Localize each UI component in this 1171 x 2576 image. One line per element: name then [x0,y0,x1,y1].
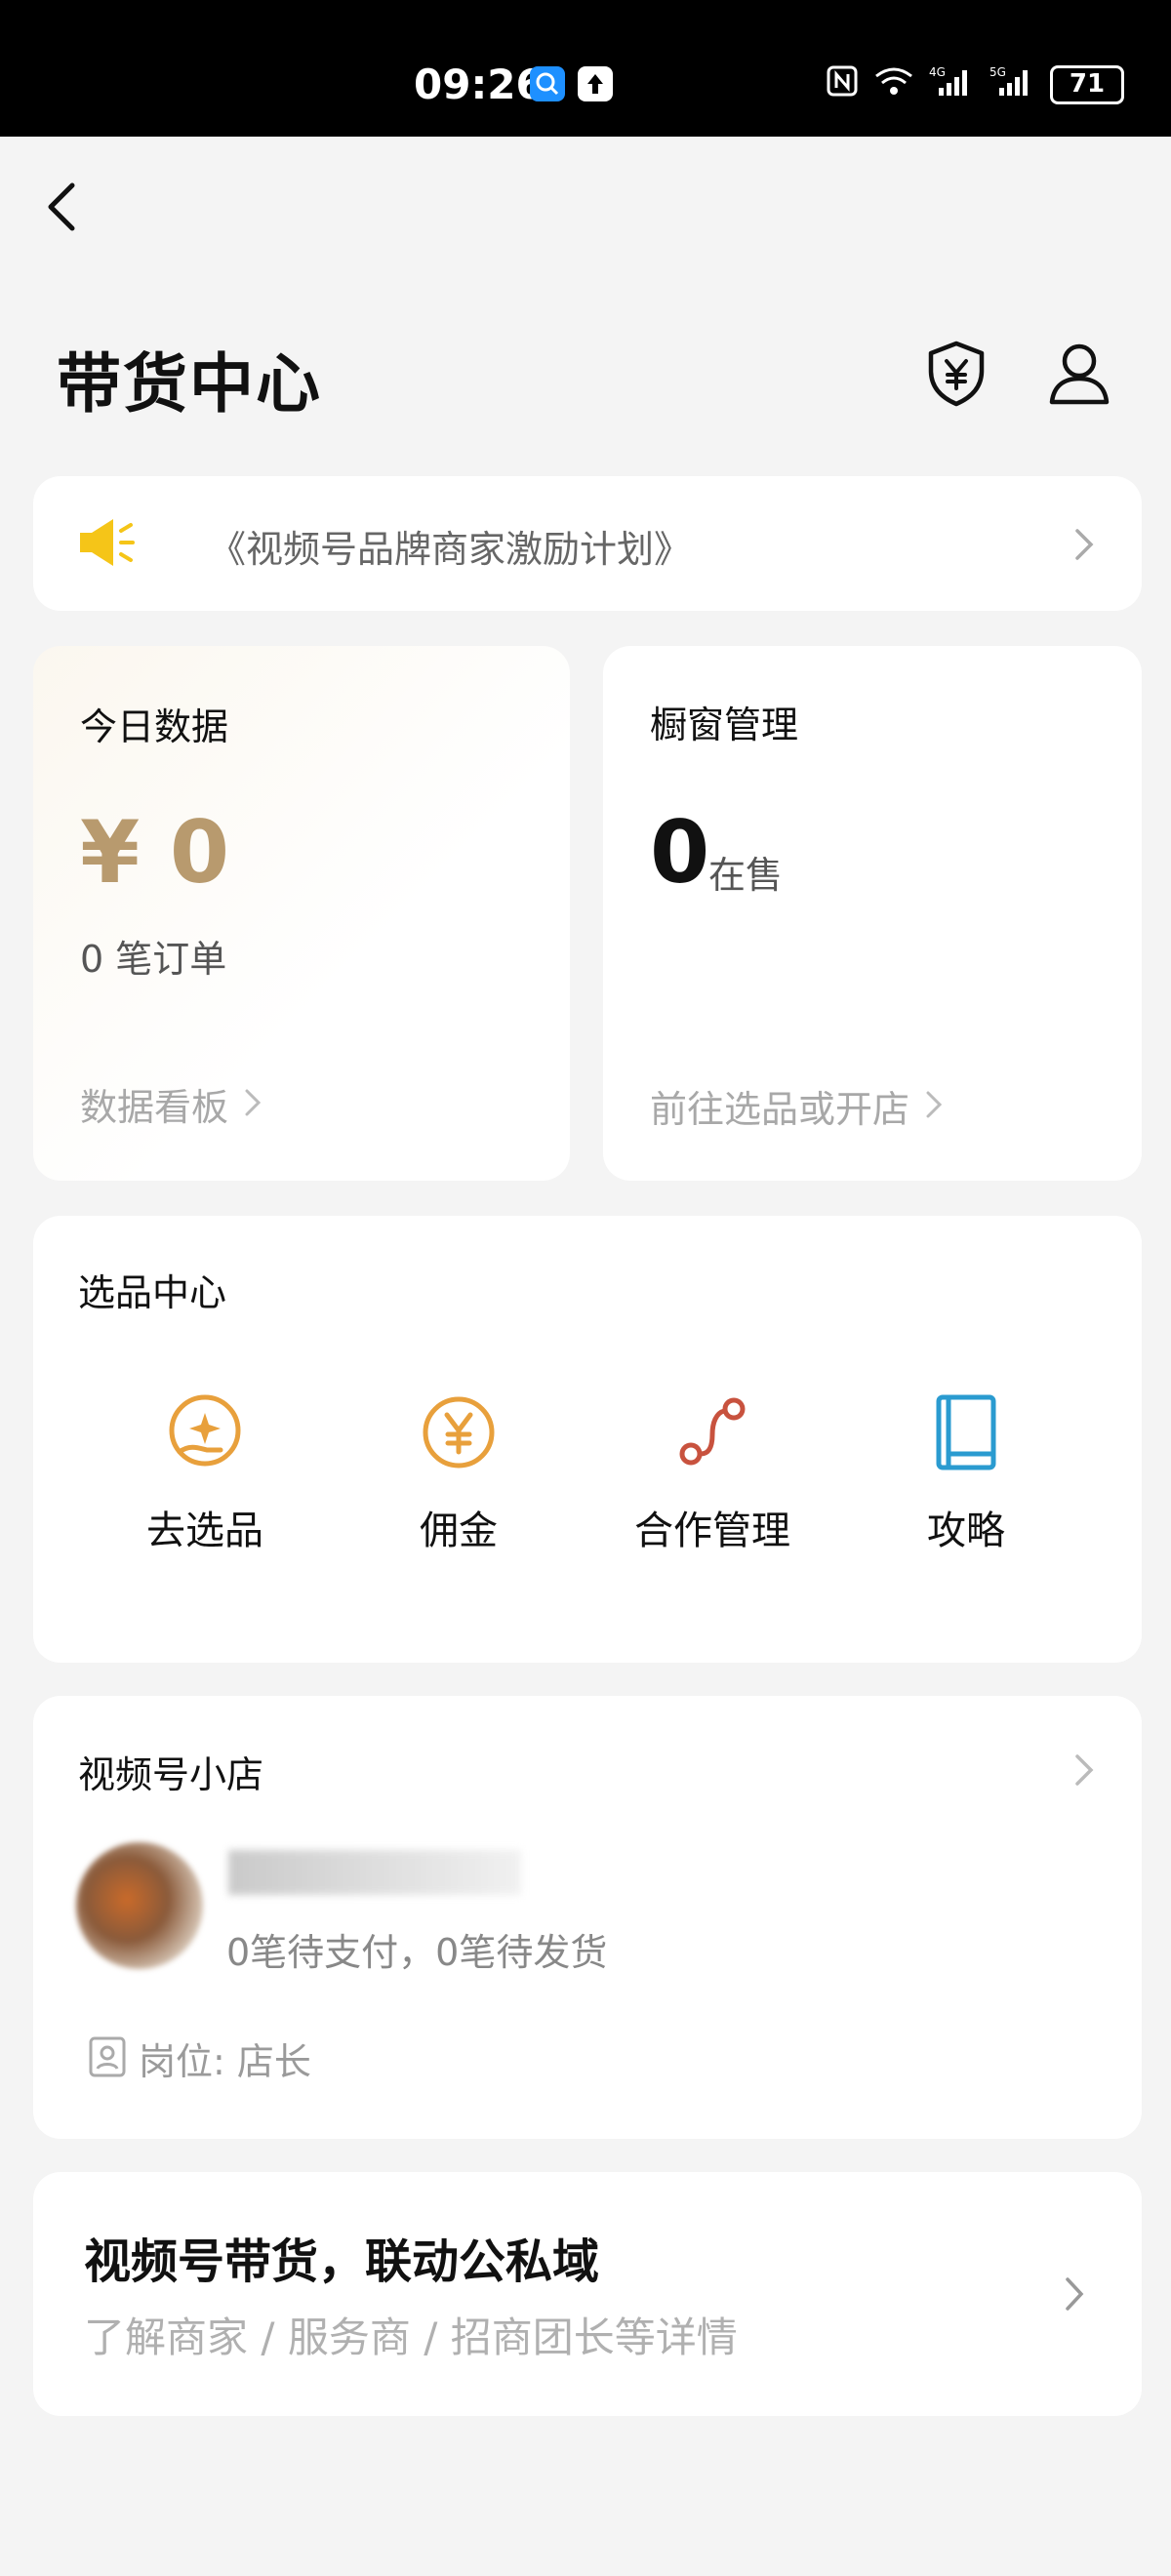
chevron-right-icon [925,1085,943,1128]
select-center-title: 选品中心 [78,1271,227,1314]
signal-5g-icon: 5G [989,64,1036,104]
shop-card[interactable]: 视频号小店 0笔待支付，0笔待发货 岗位: 店长 [33,1696,1142,2139]
shop-title: 视频号小店 [78,1753,264,1796]
tool-label: 去选品 [146,1509,263,1553]
chevron-right-icon [1064,2275,1085,2311]
select-center-card: 选品中心 去选品 佣金 合作管理 攻略 [33,1216,1142,1663]
promo-title: 视频号带货，联动公私域 [84,2234,600,2289]
open-shop-link[interactable]: 前往选品或开店 [650,1079,943,1133]
open-shop-link-label: 前往选品或开店 [650,1088,910,1131]
today-data-title: 今日数据 [80,705,229,748]
showcase-title: 橱窗管理 [650,704,799,746]
shop-order-status: 0笔待支付，0笔待发货 [226,1931,608,1974]
book-icon [925,1391,1007,1473]
today-amount: ¥ 0 [80,802,230,903]
dashboard-link[interactable]: 数据看板 [80,1077,262,1131]
chevron-right-icon [1073,527,1095,562]
shop-role-label: 岗位: 店长 [139,2040,311,2083]
dashboard-link-label: 数据看板 [80,1086,229,1129]
megaphone-icon [76,513,139,576]
tool-select-products[interactable]: 去选品 [107,1391,303,1555]
tool-guide[interactable]: 攻略 [868,1391,1064,1555]
promo-subtitle: 了解商家 / 服务商 / 招商团长等详情 [84,2314,738,2361]
svg-text:5G: 5G [989,65,1006,79]
tool-label: 佣金 [420,1509,498,1553]
search-app-icon [530,66,565,101]
upload-app-icon [578,66,613,101]
status-time: 09:26 [414,60,545,108]
promo-card[interactable]: 视频号带货，联动公私域 了解商家 / 服务商 / 招商团长等详情 [33,2172,1142,2416]
svg-text:4G: 4G [929,65,946,79]
today-orders: 0 笔订单 [80,938,227,981]
page-title: 带货中心 [57,346,322,422]
tool-label: 攻略 [927,1509,1005,1553]
notice-text: 《视频号品牌商家激励计划》 [209,528,692,571]
showcase-card[interactable]: 橱窗管理 0 在售 前往选品或开店 [603,646,1142,1181]
wifi-icon [872,64,915,104]
signal-4g-icon: 4G [929,64,976,104]
user-icon[interactable] [1044,338,1114,408]
battery-indicator: 71 [1050,64,1124,104]
shop-name-redacted [228,1850,521,1895]
status-indicators: 4G 5G 71 [826,64,1124,104]
today-data-card[interactable]: 今日数据 ¥ 0 0 笔订单 数据看板 [33,646,570,1181]
chevron-right-icon [1073,1752,1095,1788]
showcase-count: 0 [650,802,710,903]
id-card-icon [88,2035,127,2082]
tool-cooperation[interactable]: 合作管理 [615,1391,810,1555]
back-button[interactable] [43,181,82,232]
route-icon [671,1391,753,1473]
sparkle-hand-icon [164,1391,246,1473]
shop-avatar [76,1842,203,1969]
yen-circle-icon [418,1391,500,1473]
nfc-icon [826,64,859,104]
status-bar: 09:26 4G 5G 71 [0,0,1171,137]
notice-banner[interactable]: 《视频号品牌商家激励计划》 [33,476,1142,611]
shop-role: 岗位: 店长 [88,2032,311,2085]
tool-commission[interactable]: 佣金 [361,1391,556,1555]
yen-shield-icon[interactable] [921,338,991,408]
chevron-right-icon [244,1083,262,1126]
showcase-count-label: 在售 [708,854,784,897]
tool-label: 合作管理 [634,1509,790,1553]
